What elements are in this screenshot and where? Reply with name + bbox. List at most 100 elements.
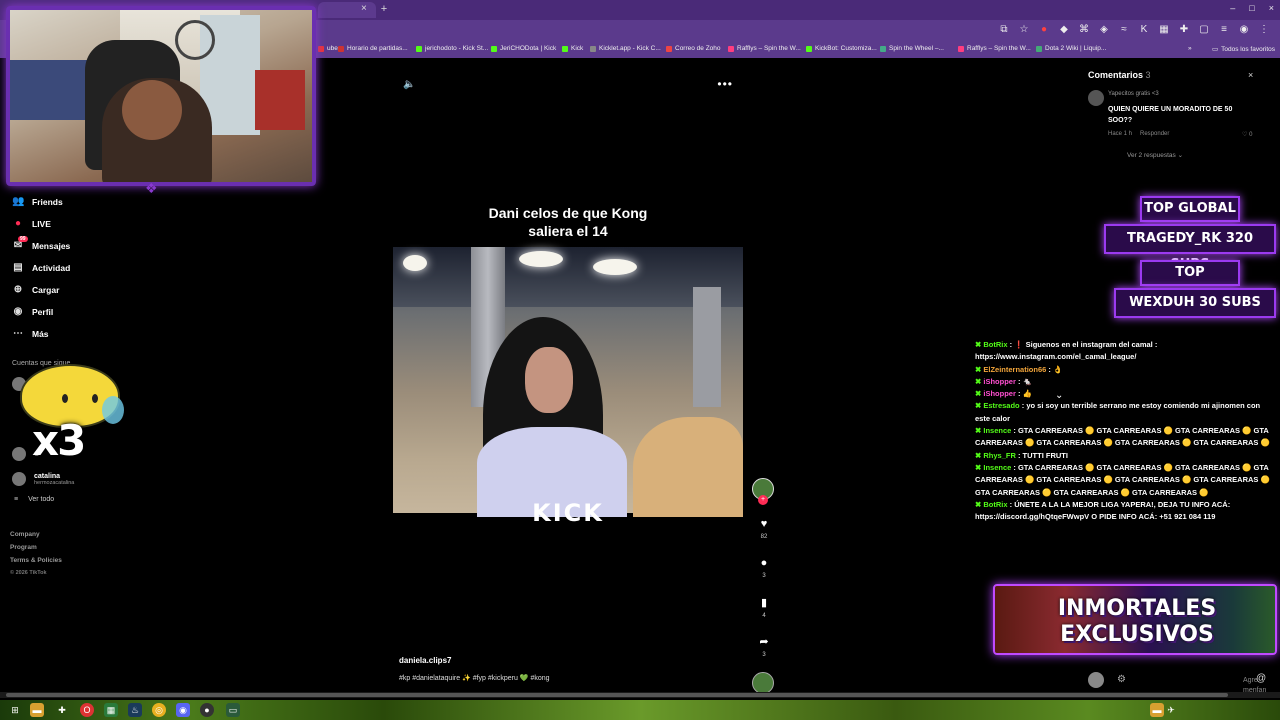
- file-explorer-icon[interactable]: ▬: [30, 703, 44, 717]
- terminal-icon[interactable]: ▭: [226, 703, 240, 717]
- bookmark-item[interactable]: Rafflys – Spin the W...: [958, 45, 1031, 52]
- chat-username[interactable]: Insence: [983, 426, 1011, 435]
- tab-close-icon[interactable]: ×: [361, 3, 367, 14]
- see-all-link[interactable]: ≡ Ver todo: [14, 496, 54, 503]
- save-button[interactable]: ▮ 4: [750, 596, 778, 619]
- bookmark-item[interactable]: Horario de partidas...: [338, 45, 408, 52]
- bookmarks-overflow-icon[interactable]: »: [1188, 45, 1192, 52]
- chat-username[interactable]: iShopper: [983, 389, 1016, 398]
- following-item[interactable]: catalina hermozacatalina: [12, 472, 74, 486]
- bookmark-item[interactable]: Correo de Zoho: [666, 45, 721, 52]
- chat-username[interactable]: ElZeinternation66: [983, 365, 1046, 374]
- comment-button[interactable]: ● 3: [750, 557, 778, 579]
- heart-icon: ♥: [760, 518, 768, 530]
- video-player[interactable]: 🔈 ••• Dani celos de que Kong saliera el …: [393, 69, 743, 691]
- footer-company-link[interactable]: Company: [10, 528, 62, 541]
- extension-wave-icon[interactable]: ≈: [1118, 24, 1130, 35]
- chat-username[interactable]: Insence: [983, 463, 1011, 472]
- nav-item-actividad[interactable]: ▤ Actividad: [12, 262, 70, 273]
- top-global-value-box: TRAGEDY_RK 320 SUBS: [1104, 224, 1276, 272]
- following-text: catalina hermozacatalina: [34, 473, 74, 486]
- extension-puzzle-icon[interactable]: ✚: [1178, 24, 1190, 35]
- nav-item-mensajes[interactable]: ✉ 99 Mensajes: [12, 236, 70, 251]
- install-icon[interactable]: ⧉: [998, 24, 1010, 35]
- volume-icon[interactable]: 🔈: [403, 79, 415, 90]
- follow-plus-icon[interactable]: +: [758, 495, 768, 505]
- mention-icon[interactable]: @: [1256, 673, 1266, 684]
- top-global-title: TOP GLOBAL: [1144, 201, 1236, 216]
- clip-ceiling-light: [593, 259, 637, 275]
- view-replies-button[interactable]: Ver 2 respuestas ⌄: [1127, 151, 1183, 159]
- close-window-button[interactable]: ×: [1269, 3, 1274, 13]
- bookmark-item[interactable]: KickBot: Customiza...: [806, 45, 877, 52]
- opera-icon[interactable]: O: [80, 703, 94, 717]
- footer-terms-link[interactable]: Terms & Policies: [10, 554, 62, 567]
- video-username[interactable]: daniela.clips7: [399, 656, 451, 665]
- bookmark-item[interactable]: Kick: [562, 45, 583, 52]
- bookmark-star-icon[interactable]: ☆: [1018, 24, 1030, 35]
- comment-like-button[interactable]: ♡ 0: [1242, 131, 1252, 138]
- bookmark-item[interactable]: Spin the Wheel –...: [880, 45, 944, 52]
- nav-item-friends[interactable]: 👥 Friends: [12, 196, 63, 207]
- chat-username[interactable]: Rhys_FR: [983, 451, 1016, 460]
- video-hashtags[interactable]: #kp #danielataquire ✨ #fyp #kickperu 💚 #…: [399, 674, 550, 682]
- tray-folder-icon[interactable]: ▬: [1150, 703, 1164, 717]
- bookmark-item[interactable]: jerichodoto - Kick St...: [416, 45, 488, 52]
- chat-message: ✖ iShopper : 👍: [975, 388, 1275, 400]
- chrome-icon[interactable]: ◎: [152, 703, 166, 717]
- sound-disc-avatar[interactable]: [752, 672, 774, 694]
- browser-tab[interactable]: [318, 2, 376, 18]
- nav-item-live[interactable]: ● LIVE: [12, 218, 51, 229]
- new-tab-icon[interactable]: +: [377, 2, 391, 16]
- scrollbar-thumb[interactable]: [6, 693, 1228, 697]
- footer-program-link[interactable]: Program: [10, 541, 62, 554]
- bookmark-item[interactable]: Rafflys – Spin the W...: [728, 45, 801, 52]
- bookmark-item[interactable]: JeriCHODota | Kick: [491, 45, 556, 52]
- extension-translate-icon[interactable]: ⌘: [1078, 24, 1090, 35]
- more-options-icon[interactable]: •••: [717, 77, 733, 91]
- bookmark-item[interactable]: ube: [318, 45, 338, 52]
- chat-username[interactable]: BotRix: [983, 340, 1007, 349]
- user-avatar-icon[interactable]: [1088, 672, 1104, 688]
- extension-record-icon[interactable]: ●: [1038, 24, 1050, 35]
- all-favorites-folder[interactable]: ▭ Todos los favoritos: [1212, 45, 1275, 54]
- maximize-button[interactable]: □: [1249, 3, 1254, 13]
- extension-k-icon[interactable]: K: [1138, 24, 1150, 35]
- chat-username[interactable]: iShopper: [983, 377, 1016, 386]
- bee-sticker-overlay: x3: [18, 356, 124, 466]
- nav-item-perfil[interactable]: ◉ Perfil: [12, 306, 54, 317]
- chat-username[interactable]: Estresado: [983, 401, 1019, 410]
- chat-username[interactable]: BotRix: [983, 500, 1007, 509]
- discord-icon[interactable]: ◉: [176, 703, 190, 717]
- browser-menu-icon[interactable]: ⋮: [1258, 24, 1270, 35]
- bookmark-item[interactable]: Dota 2 Wiki | Liquip...: [1036, 45, 1106, 52]
- close-comments-icon[interactable]: ×: [1248, 70, 1253, 80]
- profile-avatar-icon[interactable]: ◉: [1238, 24, 1250, 35]
- chat-text: : 👍: [1015, 389, 1032, 399]
- top-monthly-title-box: TOP MENSUAL: [1140, 260, 1240, 302]
- obs-icon[interactable]: ●: [200, 703, 214, 717]
- sidebar-icon[interactable]: ≡: [1218, 24, 1230, 35]
- start-icon[interactable]: ⊞: [8, 703, 22, 717]
- share-button[interactable]: ➦ 3: [750, 635, 778, 658]
- app-icon[interactable]: ✚: [55, 703, 69, 717]
- spreadsheet-icon[interactable]: ▦: [104, 703, 118, 717]
- extension-grid-icon[interactable]: ▦: [1158, 24, 1170, 35]
- like-button[interactable]: ♥ 82: [750, 518, 778, 540]
- steam-icon[interactable]: ♨: [128, 703, 142, 717]
- horizontal-scrollbar[interactable]: [0, 692, 1280, 698]
- nav-item-cargar[interactable]: ⊕ Cargar: [12, 284, 60, 295]
- commenter-avatar[interactable]: [1088, 90, 1104, 106]
- nav-item-ms[interactable]: ⋯ Más: [12, 328, 49, 339]
- tray-app-icon[interactable]: ✈: [1164, 703, 1178, 717]
- chevron-down-icon[interactable]: ⌄: [1055, 390, 1063, 401]
- gift-icon[interactable]: ⚙: [1117, 674, 1126, 685]
- extension-diamond-icon[interactable]: ◆: [1058, 24, 1070, 35]
- reply-button[interactable]: Responder: [1140, 131, 1169, 137]
- bookmark-item[interactable]: Kicklet.app - Kick C...: [590, 45, 661, 52]
- extensions-menu-icon[interactable]: ▢: [1198, 24, 1210, 35]
- top-subs-overlay: TOP GLOBAL TRAGEDY_RK 320 SUBS TOP MENSU…: [1104, 196, 1276, 318]
- minimize-button[interactable]: –: [1230, 3, 1235, 13]
- commenter-name[interactable]: Yapecitos gratis <3: [1108, 91, 1159, 97]
- extension-shield-icon[interactable]: ◈: [1098, 24, 1110, 35]
